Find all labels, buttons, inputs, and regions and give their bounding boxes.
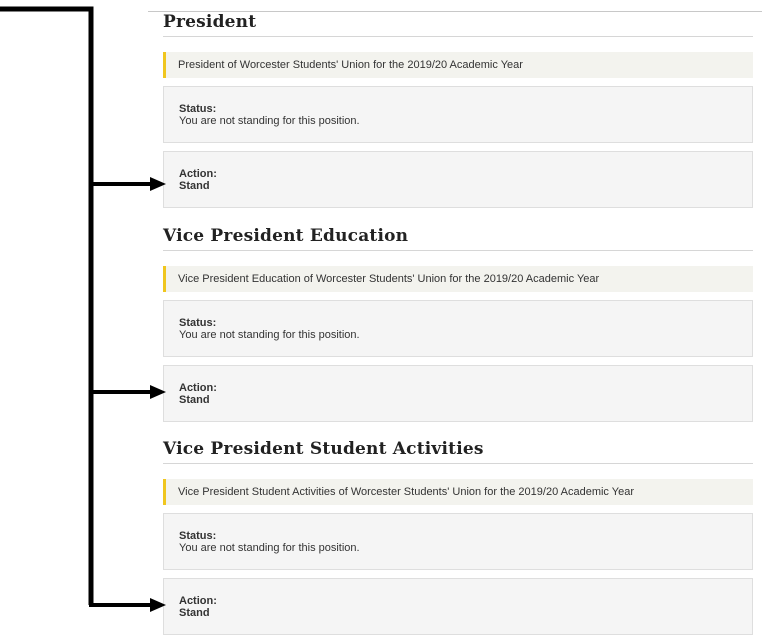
callout-bracket bbox=[0, 6, 94, 605]
arrow-icon bbox=[91, 177, 166, 191]
callout-arrows bbox=[0, 6, 166, 612]
arrow-icon bbox=[89, 598, 166, 612]
arrow-icon bbox=[91, 385, 166, 399]
